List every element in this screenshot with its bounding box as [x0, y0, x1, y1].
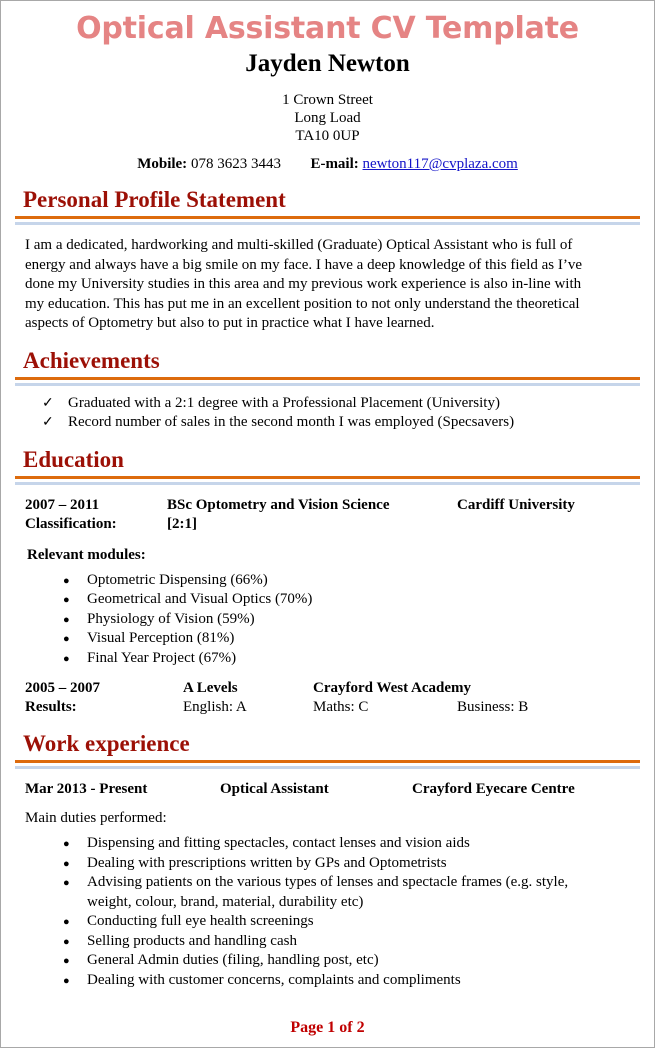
education-result-maths: Maths: C [313, 699, 369, 715]
duties-list: Dispensing and fitting spectacles, conta… [15, 834, 640, 990]
divider-blue [15, 766, 640, 769]
education-institution: Cardiff University [457, 496, 575, 513]
education-qualification: BSc Optometry and Vision Science [167, 496, 390, 513]
modules-list: Optometric Dispensing (66%) Geometrical … [15, 571, 640, 669]
section-heading-work-experience: Work experience [23, 731, 190, 756]
document-title: Optical Assistant CV Template [76, 11, 579, 46]
profile-statement-text: I am a dedicated, hardworking and multi-… [25, 237, 583, 331]
address-line-2: Long Load [294, 110, 361, 126]
relevant-modules-label: Relevant modules: [27, 546, 146, 563]
work-employer: Crayford Eyecare Centre [412, 781, 575, 797]
list-item: Visual Perception (81%) [63, 629, 640, 649]
divider-blue [15, 222, 640, 225]
main-duties-label: Main duties performed: [25, 810, 167, 826]
divider-orange [15, 760, 640, 763]
work-dates: Mar 2013 - Present [25, 781, 148, 797]
divider-orange [15, 376, 640, 380]
education-years: 2007 – 2011 [25, 496, 100, 513]
work-role: Optical Assistant [220, 781, 329, 797]
contact-line: Mobile: 078 3623 3443 E-mail: newton117@… [15, 155, 640, 173]
education-entry-1-row-2: Classification: [2:1] [25, 515, 640, 534]
address-line-1: 1 Crown Street [282, 92, 373, 108]
divider-blue [15, 382, 640, 386]
list-item: Graduated with a 2:1 degree with a Profe… [42, 394, 640, 414]
section-work-experience: Work experience Mar 2013 - Present Optic… [15, 731, 640, 990]
education-years: 2005 – 2007 [25, 680, 100, 696]
candidate-name: Jayden Newton [245, 50, 410, 77]
section-heading-achievements: Achievements [23, 347, 160, 373]
education-result-english: English: A [183, 699, 247, 715]
divider-orange [15, 216, 640, 219]
education-qualification: A Levels [183, 680, 238, 696]
list-item: Conducting full eye health screenings [63, 912, 640, 932]
section-education: Education 2007 – 2011 BSc Optometry and … [15, 447, 640, 718]
education-institution: Crayford West Academy [313, 680, 472, 696]
education-entry-2-row-2: Results: English: A Maths: C Business: B [25, 698, 640, 717]
section-heading-education: Education [23, 446, 124, 472]
education-result-business: Business: B [457, 699, 529, 715]
divider-blue [15, 481, 640, 485]
list-item: Advising patients on the various types o… [63, 873, 640, 912]
education-entry-1-row-1: 2007 – 2011 BSc Optometry and Vision Sci… [25, 496, 640, 515]
address-block: 1 Crown Street Long Load TA10 0UP [15, 91, 640, 145]
list-item: Physiology of Vision (59%) [63, 610, 640, 630]
education-entry-2-row-1: 2005 – 2007 A Levels Crayford West Acade… [25, 679, 640, 698]
list-item: Final Year Project (67%) [63, 649, 640, 669]
cv-page: Optical Assistant CV Template Jayden New… [0, 0, 655, 1048]
education-classification-label: Classification: [25, 515, 117, 532]
email-label: E-mail: [310, 156, 359, 172]
list-item: Geometrical and Visual Optics (70%) [63, 590, 640, 610]
list-item: Optometric Dispensing (66%) [63, 571, 640, 591]
address-line-3: TA10 0UP [295, 128, 360, 144]
work-entry-1-row-1: Mar 2013 - Present Optical Assistant Cra… [25, 780, 640, 799]
email-link[interactable]: newton117@cvplaza.com [363, 156, 518, 172]
list-item: Dealing with customer concerns, complain… [63, 971, 640, 991]
list-item: Record number of sales in the second mon… [42, 413, 640, 433]
mobile-value: 078 3623 3443 [190, 156, 281, 172]
divider-orange [15, 475, 640, 479]
section-heading-personal-profile: Personal Profile Statement [23, 187, 286, 212]
education-results-label: Results: [25, 699, 77, 715]
education-classification-value: [2:1] [167, 515, 197, 532]
list-item: General Admin duties (filing, handling p… [63, 951, 640, 971]
section-achievements: Achievements Graduated with a 2:1 degree… [15, 348, 640, 433]
mobile-label: Mobile: [137, 156, 188, 172]
page-footer: Page 1 of 2 [290, 1019, 365, 1036]
list-item: Dispensing and fitting spectacles, conta… [63, 834, 640, 854]
section-personal-profile: Personal Profile Statement I am a dedica… [15, 187, 640, 334]
list-item: Selling products and handling cash [63, 932, 640, 952]
list-item: Dealing with prescriptions written by GP… [63, 854, 640, 874]
achievements-list: Graduated with a 2:1 degree with a Profe… [15, 394, 640, 433]
